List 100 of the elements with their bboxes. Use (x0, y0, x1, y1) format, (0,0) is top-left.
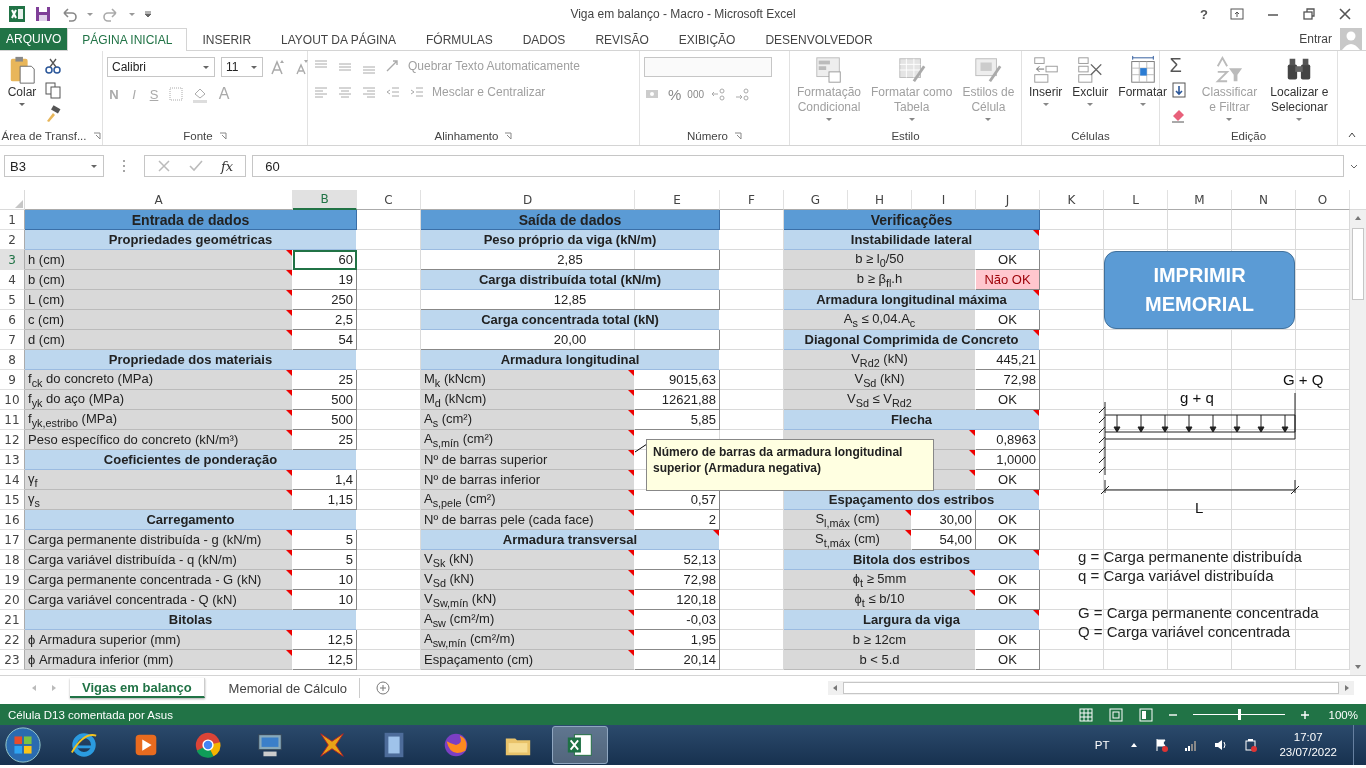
battery-icon[interactable] (1244, 738, 1259, 752)
input-cell[interactable]: 5 (293, 550, 357, 570)
row-header[interactable]: 5 (0, 290, 25, 310)
column-header[interactable]: O (1296, 190, 1350, 210)
save-icon[interactable] (34, 5, 52, 23)
column-header[interactable]: H (848, 190, 912, 210)
sheet-tab[interactable]: Memorial de Cálculo (216, 678, 361, 698)
zoom-level[interactable]: 100% (1324, 708, 1358, 721)
collapse-ribbon-icon[interactable] (1348, 131, 1356, 139)
ribbon-tab[interactable]: DESENVOLVEDOR (750, 28, 888, 50)
ribbon-display-icon[interactable] (1230, 7, 1244, 21)
ribbon-button[interactable]: Localizar e Selecionar (1267, 55, 1332, 123)
clock-date[interactable]: 23/07/2022 (1279, 745, 1337, 760)
caret-icon[interactable] (86, 10, 94, 18)
horizontal-scrollbar[interactable] (828, 681, 1354, 695)
ribbon-tab[interactable]: REVISÃO (580, 28, 664, 50)
row-header[interactable]: 22 (0, 630, 25, 650)
column-header[interactable]: J (976, 190, 1040, 210)
scrollbar-thumb[interactable] (1352, 228, 1364, 300)
launcher-icon[interactable] (504, 132, 513, 140)
sheet-tab[interactable]: Vigas em balanço (70, 678, 205, 698)
redo-icon[interactable] (102, 5, 120, 23)
row-header[interactable]: 12 (0, 430, 25, 450)
autosum-button[interactable]: Σ (1169, 55, 1188, 75)
input-cell[interactable]: 12,5 (293, 630, 357, 650)
taskbar-app[interactable] (552, 726, 608, 764)
input-cell[interactable]: 500 (293, 390, 357, 410)
add-sheet-icon[interactable] (376, 681, 391, 695)
scroll-down-icon[interactable] (1354, 663, 1362, 671)
row-header[interactable]: 8 (0, 350, 25, 370)
column-header[interactable]: F (720, 190, 784, 210)
scrollbar-thumb[interactable] (843, 682, 1339, 694)
launcher-icon[interactable] (218, 132, 227, 140)
shrink-font-icon[interactable] (293, 58, 311, 76)
input-cell[interactable]: 19 (293, 270, 357, 290)
row-header[interactable]: 21 (0, 610, 25, 630)
ribbon-tab[interactable]: EXIBIÇÃO (663, 28, 751, 50)
row-header[interactable]: 6 (0, 310, 25, 330)
language-indicator[interactable]: PT (1094, 739, 1110, 751)
page-layout-icon[interactable] (1108, 707, 1123, 722)
column-header[interactable]: L (1104, 190, 1168, 210)
paste-button[interactable]: Colar (4, 55, 40, 108)
cancel-icon[interactable] (157, 159, 171, 173)
close-icon[interactable] (1338, 7, 1352, 21)
row-header[interactable]: 17 (0, 530, 25, 550)
row-header[interactable]: 19 (0, 570, 25, 590)
thousands-button[interactable]: 000 (687, 88, 705, 100)
row-header[interactable]: 13 (0, 450, 25, 470)
column-header[interactable]: B (293, 190, 357, 210)
volume-icon[interactable] (1214, 738, 1229, 752)
copy-icon[interactable] (44, 81, 62, 99)
help-button[interactable]: ? (1200, 6, 1208, 22)
input-cell[interactable]: 1,4 (293, 470, 357, 490)
ribbon-button[interactable]: Formatar (1115, 55, 1171, 108)
input-cell[interactable]: 10 (293, 570, 357, 590)
row-header[interactable]: 10 (0, 390, 25, 410)
ribbon-tab[interactable]: LAYOUT DA PÁGINA (266, 28, 411, 50)
column-header[interactable]: D (421, 190, 635, 210)
restore-icon[interactable] (1302, 7, 1316, 21)
input-cell[interactable]: 5 (293, 530, 357, 550)
input-cell[interactable]: 12,5 (293, 650, 357, 670)
normal-view-icon[interactable] (1078, 707, 1093, 722)
fill-down-icon[interactable] (1169, 81, 1188, 99)
row-header[interactable]: 14 (0, 470, 25, 490)
start-button-icon[interactable] (4, 726, 42, 764)
flag-icon[interactable] (1154, 738, 1169, 752)
cut-icon[interactable] (44, 57, 62, 75)
ribbon-tab[interactable]: FÓRMULAS (411, 28, 508, 50)
row-header[interactable]: 15 (0, 490, 25, 510)
caret-icon[interactable] (128, 10, 136, 18)
scroll-left-icon[interactable] (831, 684, 839, 692)
ribbon-tab[interactable]: DADOS (507, 28, 581, 50)
sign-in-link[interactable]: Entrar (1299, 28, 1340, 50)
scroll-up-icon[interactable] (1354, 214, 1362, 222)
font-family-dropdown[interactable]: Calibri (107, 57, 215, 77)
customize-toolbar-icon[interactable] (144, 10, 152, 18)
expand-icon[interactable] (1350, 162, 1358, 170)
prev-sheet-icon[interactable] (30, 684, 38, 692)
next-sheet-icon[interactable] (50, 684, 58, 692)
launcher-icon[interactable] (733, 132, 742, 140)
row-header[interactable]: 11 (0, 410, 25, 430)
ribbon-tab[interactable]: PÁGINA INICIAL (67, 28, 188, 51)
row-header[interactable]: 23 (0, 650, 25, 670)
grow-font-icon[interactable] (269, 58, 287, 76)
ribbon-tab[interactable]: INSERIR (187, 28, 267, 50)
tray-expand-icon[interactable] (1130, 741, 1139, 749)
column-header[interactable]: N (1232, 190, 1296, 210)
row-header[interactable]: 9 (0, 370, 25, 390)
column-header[interactable]: G (784, 190, 848, 210)
undo-icon[interactable] (60, 5, 78, 23)
launcher-icon[interactable] (92, 132, 101, 140)
ribbon-button[interactable]: Excluir (1069, 55, 1112, 108)
clock-time[interactable]: 17:07 (1293, 730, 1323, 745)
vertical-scrollbar[interactable] (1350, 210, 1366, 675)
row-header[interactable]: 20 (0, 590, 25, 610)
font-size-dropdown[interactable]: 11 (221, 57, 263, 77)
zoom-in-icon[interactable] (1300, 710, 1309, 719)
column-header[interactable]: K (1040, 190, 1104, 210)
row-header[interactable]: 16 (0, 510, 25, 530)
input-cell[interactable]: 60 (293, 250, 357, 270)
